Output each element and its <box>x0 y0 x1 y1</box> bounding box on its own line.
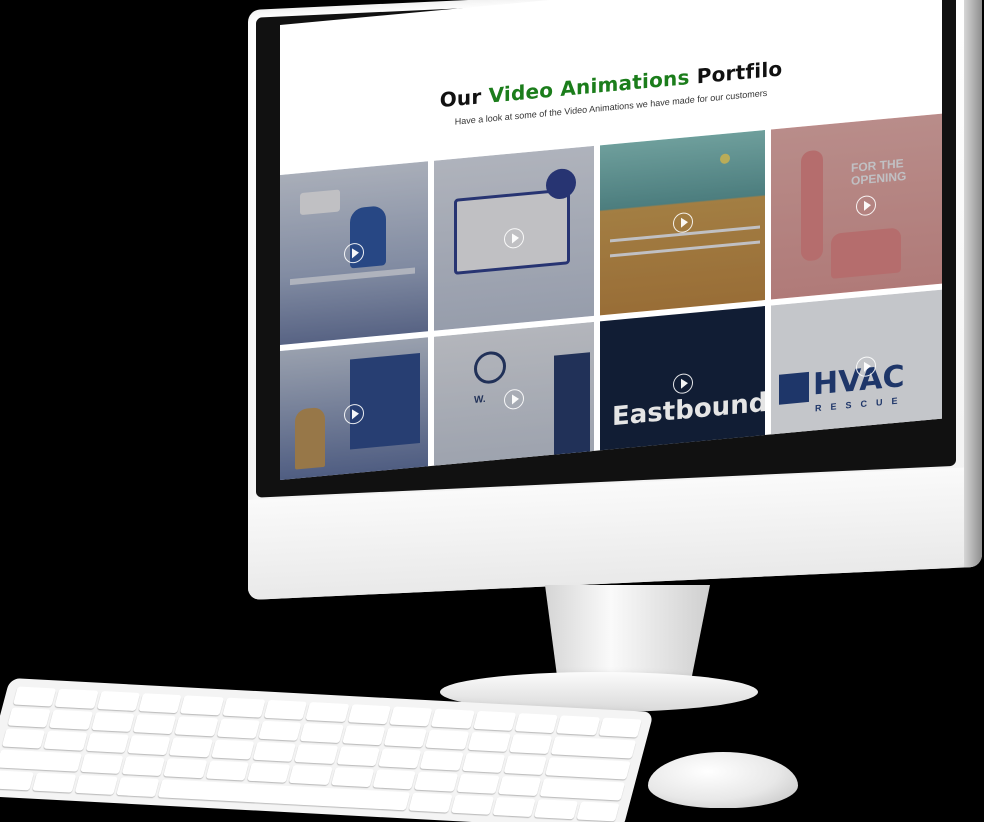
keyboard-key <box>210 739 255 760</box>
keyboard-key <box>132 714 177 735</box>
keyboard-key <box>336 746 380 767</box>
keyboard-key <box>174 716 219 737</box>
keyboard-key <box>414 771 458 792</box>
monitor-screen: Our Video Animations Portfilo Have a loo… <box>280 0 942 480</box>
keyboard-key <box>467 731 511 752</box>
keyboard-key <box>0 770 35 791</box>
keyboard-key <box>288 764 333 785</box>
keyboard-key <box>138 693 183 714</box>
keyboard-key <box>7 707 52 728</box>
keyboard-key <box>85 732 130 753</box>
video-tile[interactable] <box>280 337 428 480</box>
keyboard-key <box>383 727 428 748</box>
keyboard-key <box>294 743 339 764</box>
monitor-edge <box>964 0 982 568</box>
keyboard-key <box>450 794 495 815</box>
video-tile[interactable] <box>434 145 594 331</box>
keyboard-key <box>116 777 160 798</box>
keyboard-key <box>43 730 88 751</box>
keyboard-key <box>247 762 291 783</box>
keyboard-key <box>576 801 620 822</box>
keyboard-key <box>74 774 118 795</box>
keyboard-key <box>545 757 631 780</box>
keyboard-key <box>534 799 578 820</box>
keyboard-key <box>54 688 99 709</box>
keyboard-key <box>539 778 626 801</box>
keyboard-key <box>305 702 350 723</box>
keyboard-key <box>79 753 124 774</box>
keyboard-key <box>32 772 77 793</box>
keyboard-key <box>216 718 261 739</box>
keyboard-key <box>222 697 266 718</box>
keyboard-key <box>252 741 297 762</box>
keyboard-key <box>509 734 553 755</box>
keyboard-key <box>408 792 453 813</box>
monitor-stand <box>545 585 710 685</box>
video-tile[interactable]: FOR THE OPENING <box>771 111 942 300</box>
keyboard-key <box>389 706 433 727</box>
video-tile[interactable] <box>280 161 428 345</box>
keyboard-key <box>419 750 464 771</box>
keyboard-key <box>556 715 601 736</box>
keyboard-key <box>163 758 208 779</box>
keyboard-key <box>258 720 302 741</box>
keyboard-key <box>497 776 542 797</box>
keyboard-key <box>49 709 93 730</box>
keyboard-key <box>431 708 475 729</box>
keyboard-key <box>550 736 637 759</box>
keyboard-key <box>425 729 470 750</box>
keyboard-key <box>121 756 166 777</box>
keyboard-key <box>263 699 308 720</box>
keyboard-key <box>461 752 506 773</box>
video-grid: FOR THE OPENING W. Eastbound HVAC RESCUE <box>280 111 942 480</box>
keyboard-key <box>503 755 548 776</box>
keyboard-key <box>514 713 559 734</box>
keyboard-key <box>12 686 57 707</box>
keyboard-key <box>598 717 642 738</box>
keyboard-key <box>456 773 500 794</box>
keyboard-key <box>1 728 46 749</box>
keyboard-key <box>492 796 537 818</box>
mouse <box>648 752 798 808</box>
title-prefix: Our <box>439 84 482 113</box>
keyboard-key <box>372 769 417 790</box>
scene: Our Video Animations Portfilo Have a loo… <box>0 0 984 822</box>
keyboard-key <box>347 704 392 725</box>
video-tile[interactable] <box>600 130 765 316</box>
keyboard-key <box>205 760 249 781</box>
keyboard-key <box>341 725 386 746</box>
keyboard-key <box>472 710 517 731</box>
keyboard-key <box>96 690 141 711</box>
keyboard-key <box>127 735 171 756</box>
keyboard-key <box>91 711 135 732</box>
keyboard-key <box>180 695 224 716</box>
keyboard-key <box>0 749 82 772</box>
keyboard-key <box>300 722 344 744</box>
keyboard-key <box>169 737 213 758</box>
keyboard-key <box>330 767 375 788</box>
title-suffix: Portfilo <box>696 56 783 89</box>
keyboard-key <box>378 748 422 769</box>
